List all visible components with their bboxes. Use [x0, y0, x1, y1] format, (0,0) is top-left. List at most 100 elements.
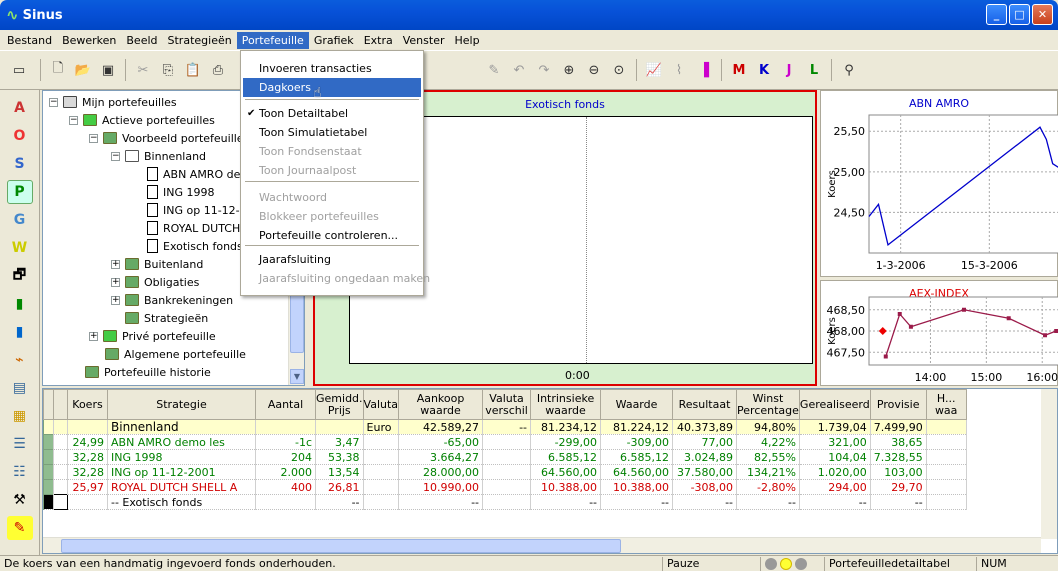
- line-chart-icon[interactable]: 📈: [643, 59, 665, 81]
- undo-icon[interactable]: ↶: [508, 59, 530, 81]
- row-selector[interactable]: [53, 434, 68, 450]
- table-cell[interactable]: [363, 449, 400, 465]
- table-cell[interactable]: [926, 419, 967, 435]
- row-selector[interactable]: [53, 419, 68, 435]
- row-marker[interactable]: [43, 464, 54, 480]
- table-cell[interactable]: [482, 464, 532, 480]
- row-marker[interactable]: [43, 494, 54, 510]
- table-cell[interactable]: 103,00: [870, 464, 927, 480]
- table-cell[interactable]: 6.585,12: [600, 449, 674, 465]
- col-header[interactable]: Winst Percentage: [736, 389, 800, 420]
- zoom-icon[interactable]: ⊙: [608, 59, 630, 81]
- chart-type-icon[interactable]: ⌇: [668, 59, 690, 81]
- tree-item[interactable]: Algemene portefeuille: [105, 345, 246, 363]
- row-marker[interactable]: [43, 434, 54, 450]
- table-icon[interactable]: ▤: [7, 376, 33, 400]
- table-cell[interactable]: [67, 419, 108, 435]
- table-cell[interactable]: --: [315, 494, 364, 510]
- bar-icon[interactable]: ▮: [7, 292, 33, 316]
- menu-beeld[interactable]: Beeld: [121, 32, 162, 49]
- col-header[interactable]: Waarde: [600, 389, 674, 420]
- table-cell[interactable]: 32,28: [67, 449, 108, 465]
- bar-chart-icon[interactable]: ▐: [693, 59, 715, 81]
- bar-alt-icon[interactable]: ▮: [7, 320, 33, 344]
- portfolio-o-icon[interactable]: O: [7, 124, 33, 148]
- table-cell[interactable]: 64.560,00: [530, 464, 602, 480]
- new-file-icon[interactable]: 🗋: [47, 59, 69, 81]
- table-cell[interactable]: 53,38: [315, 449, 364, 465]
- table-cell[interactable]: -308,00: [672, 479, 738, 495]
- row-marker[interactable]: [43, 479, 54, 495]
- row-selector[interactable]: [53, 494, 68, 510]
- menu-grafiek[interactable]: Grafiek: [309, 32, 359, 49]
- table-cell[interactable]: 3.024,89: [672, 449, 738, 465]
- table-cell[interactable]: ING 1998: [107, 449, 256, 465]
- table-cell[interactable]: 6.585,12: [530, 449, 602, 465]
- menu-strategieen[interactable]: Strategieën: [163, 32, 237, 49]
- table-row[interactable]: -- Exotisch fonds -- -- -- -- -- -- -- --: [43, 494, 967, 510]
- misc-icon[interactable]: ✎: [6, 516, 33, 540]
- tree-item[interactable]: + Buitenland: [111, 255, 203, 273]
- table-cell[interactable]: 4,22%: [736, 434, 800, 450]
- table-cell[interactable]: [926, 464, 967, 480]
- stats-icon[interactable]: ▦: [7, 404, 33, 428]
- table-cell[interactable]: 400: [255, 479, 316, 495]
- table-cell[interactable]: 3.664,27: [398, 449, 484, 465]
- table-cell[interactable]: 294,00: [799, 479, 871, 495]
- tree-item[interactable]: Portefeuille historie: [85, 363, 211, 381]
- maximize-button[interactable]: □: [1009, 4, 1030, 25]
- col-header[interactable]: Intrinsieke waarde: [530, 389, 602, 420]
- zoom-in-icon[interactable]: ⊕: [558, 59, 580, 81]
- table-cell[interactable]: [482, 449, 532, 465]
- table-cell[interactable]: --: [482, 419, 532, 435]
- table-cell[interactable]: 94,80%: [736, 419, 800, 435]
- save-icon[interactable]: ▣: [97, 59, 119, 81]
- table-cell[interactable]: [363, 479, 400, 495]
- table-cell[interactable]: 1.739,04: [799, 419, 871, 435]
- search-icon[interactable]: ⚲: [838, 59, 860, 81]
- table-cell[interactable]: 10.990,00: [398, 479, 484, 495]
- menu-bewerken[interactable]: Bewerken: [57, 32, 121, 49]
- table-cell[interactable]: --: [672, 494, 738, 510]
- table-hscrollbar[interactable]: [43, 537, 1041, 553]
- table-cell[interactable]: --: [530, 494, 602, 510]
- table-cell[interactable]: [255, 494, 316, 510]
- portfolio-s-icon[interactable]: S: [7, 152, 33, 176]
- table-cell[interactable]: 81.234,12: [530, 419, 602, 435]
- tree-item[interactable]: − Mijn portefeuilles: [49, 93, 177, 111]
- col-header[interactable]: Gemidd. Prijs: [315, 389, 364, 420]
- col-header[interactable]: Resultaat: [672, 389, 738, 420]
- table-cell[interactable]: 24,99: [67, 434, 108, 450]
- portfolio-w-icon[interactable]: W: [7, 236, 33, 260]
- table-cell[interactable]: -65,00: [398, 434, 484, 450]
- col-header[interactable]: Valuta: [362, 389, 400, 420]
- row-marker[interactable]: [43, 449, 54, 465]
- table-cell[interactable]: 32,28: [67, 464, 108, 480]
- table-cell[interactable]: 10.388,00: [530, 479, 602, 495]
- table-cell[interactable]: 38,65: [870, 434, 927, 450]
- table-cell[interactable]: --: [398, 494, 484, 510]
- table-row[interactable]: 24,99 ABN AMRO demo les -1c 3,47 -65,00 -299,…: [43, 434, 967, 450]
- table-cell[interactable]: 1.020,00: [799, 464, 871, 480]
- table-cell[interactable]: [255, 419, 316, 435]
- table-cell[interactable]: [482, 434, 532, 450]
- table-row[interactable]: 25,97 ROYAL DUTCH SHELL A 400 26,81 10.990,0…: [43, 479, 967, 495]
- col-header[interactable]: Gerealiseerd: [798, 389, 871, 420]
- table-cell[interactable]: [482, 494, 532, 510]
- table-cell[interactable]: 26,81: [315, 479, 364, 495]
- table-cell[interactable]: Euro: [363, 419, 400, 435]
- table-cell[interactable]: 77,00: [672, 434, 738, 450]
- table-cell[interactable]: [926, 434, 967, 450]
- table-cell[interactable]: 2.000: [255, 464, 316, 480]
- chart-icon[interactable]: ⌁: [7, 348, 33, 372]
- tree-item[interactable]: ROYAL DUTCH: [147, 219, 240, 237]
- tree-item[interactable]: ING 1998: [147, 183, 215, 201]
- table-cell[interactable]: -299,00: [530, 434, 602, 450]
- table-cell[interactable]: [363, 464, 400, 480]
- detail-icon[interactable]: 🗗: [7, 264, 33, 288]
- zoom-out-icon[interactable]: ⊖: [583, 59, 605, 81]
- table-cell[interactable]: [315, 419, 364, 435]
- table-cell[interactable]: -1c: [255, 434, 316, 450]
- menu-item[interactable]: Invoeren transacties: [243, 59, 421, 78]
- table-cell[interactable]: 25,97: [67, 479, 108, 495]
